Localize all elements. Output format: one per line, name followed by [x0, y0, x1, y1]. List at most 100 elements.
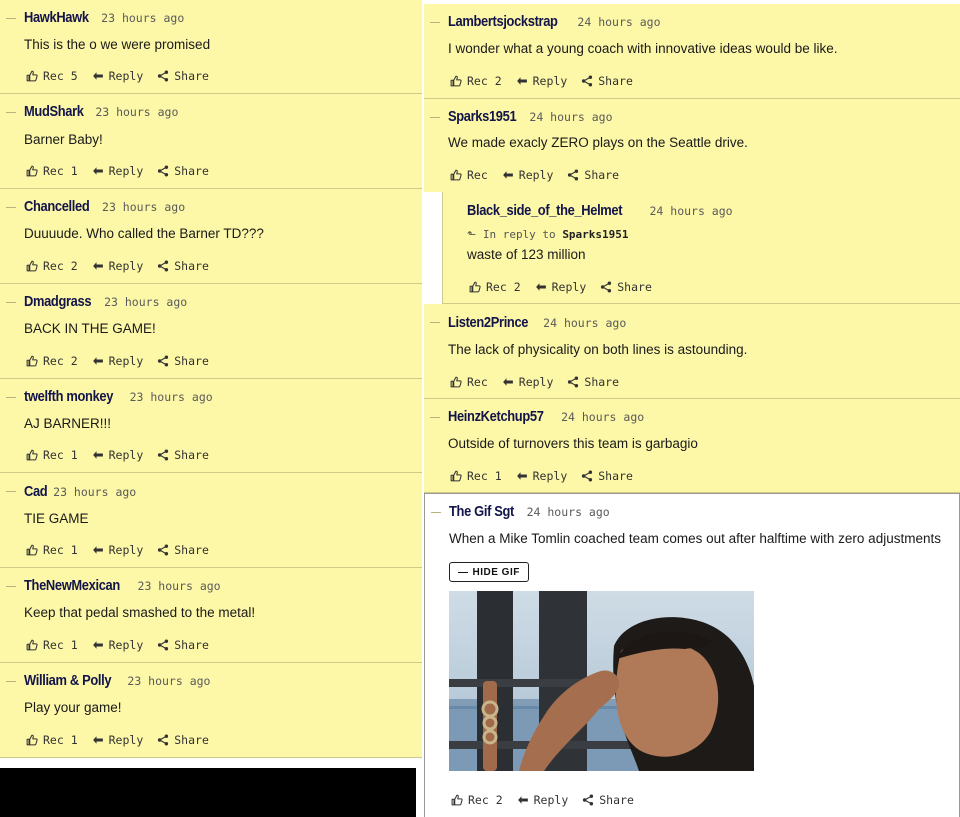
comment-username[interactable]: Listen2Prince [448, 314, 528, 331]
reply-button[interactable]: Reply [92, 259, 144, 273]
comment-username[interactable]: HeinzKetchup57 [448, 408, 544, 425]
collapse-dash[interactable] [6, 681, 16, 682]
reply-button[interactable]: Reply [502, 375, 553, 389]
share-icon [567, 376, 579, 388]
reply-label: Reply [108, 543, 144, 557]
reply-button[interactable]: Reply [92, 638, 143, 652]
reply-button[interactable]: Reply [92, 354, 143, 368]
share-icon [581, 75, 593, 87]
rec-button[interactable]: Rec 2 [469, 280, 521, 294]
thumbs-up-icon [450, 376, 462, 388]
share-button[interactable]: Share [157, 164, 209, 178]
reply-button[interactable]: Reply [516, 469, 567, 483]
collapse-dash[interactable] [6, 397, 16, 398]
gif-image[interactable] [449, 591, 754, 771]
rec-button[interactable]: Rec 2 [26, 354, 78, 368]
share-button[interactable]: Share [157, 638, 209, 652]
rec-button[interactable]: Rec 1 [26, 448, 78, 462]
rec-button[interactable]: Rec 2 [451, 793, 503, 807]
collapse-dash[interactable] [6, 112, 16, 113]
rec-button[interactable]: Rec [450, 168, 488, 182]
in-reply-to[interactable]: ⬑ In reply to Sparks1951 [467, 228, 629, 241]
share-button[interactable]: Share [157, 733, 209, 747]
rec-label: Rec [467, 168, 488, 182]
rec-label: Rec 2 [43, 354, 78, 368]
share-button[interactable]: Share [581, 469, 633, 483]
share-button[interactable]: Share [567, 168, 619, 182]
rec-label: Rec 1 [43, 448, 78, 462]
reply-arrow-icon [502, 376, 514, 388]
rec-button[interactable]: Rec 5 [26, 69, 78, 83]
rec-button[interactable]: Rec 1 [26, 638, 78, 652]
share-button[interactable]: Share [157, 448, 209, 462]
share-button[interactable]: Share [157, 354, 209, 368]
collapse-dash[interactable] [6, 302, 16, 303]
share-button[interactable]: Share [582, 793, 634, 807]
share-button[interactable]: Share [157, 543, 209, 557]
comment-text: Duuuude. Who called the Barner TD??? [24, 226, 264, 241]
reply-button[interactable]: Reply [92, 448, 143, 462]
rec-label: Rec 1 [467, 469, 502, 483]
rec-button[interactable]: Rec 1 [26, 164, 78, 178]
comment-username[interactable]: Lambertsjockstrap [448, 13, 558, 30]
reply-button[interactable]: Reply [92, 69, 143, 83]
reply-button[interactable]: Reply [92, 164, 144, 178]
hide-gif-button[interactable]: — HIDE GIF [449, 562, 529, 582]
rec-label: Rec 1 [43, 164, 78, 178]
comment: Dmadgrass 23 hours ago BACK IN THE GAME! … [0, 284, 422, 379]
share-button[interactable]: Share [600, 280, 652, 294]
comment-username[interactable]: Chancelled [24, 198, 90, 215]
collapse-dash[interactable] [6, 491, 16, 492]
share-label: Share [174, 733, 209, 747]
comment-username[interactable]: Sparks1951 [448, 108, 517, 125]
comment-time: 24 hours ago [649, 204, 733, 218]
collapse-dash[interactable] [430, 417, 440, 418]
collapse-dash[interactable] [430, 322, 440, 323]
comment-username[interactable]: Dmadgrass [24, 293, 92, 310]
share-icon [157, 734, 169, 746]
rec-button[interactable]: Rec [450, 375, 488, 389]
collapse-dash[interactable] [430, 22, 440, 23]
comment-text: Keep that pedal smashed to the metal! [24, 605, 256, 620]
thumbs-up-icon [451, 794, 463, 806]
rec-button[interactable]: Rec 1 [450, 469, 502, 483]
share-button[interactable]: Share [157, 259, 209, 273]
reply-label: Reply [108, 259, 144, 273]
share-button[interactable]: Share [581, 74, 633, 88]
collapse-dash[interactable] [6, 207, 16, 208]
comment-username[interactable]: MudShark [24, 103, 84, 120]
rec-button[interactable]: Rec 1 [26, 543, 78, 557]
share-label: Share [174, 259, 209, 273]
rec-button[interactable]: Rec 1 [26, 733, 78, 747]
comment: Chancelled 23 hours ago Duuuude. Who call… [0, 189, 422, 284]
collapse-dash[interactable] [6, 18, 16, 19]
comment-username[interactable]: William & Polly [24, 672, 112, 689]
comment-time: 24 hours ago [526, 505, 610, 519]
share-button[interactable]: Share [157, 69, 209, 83]
collapse-dash[interactable] [6, 586, 16, 587]
comment-username[interactable]: HawkHawk [24, 9, 89, 26]
thumbs-up-icon [26, 355, 38, 367]
collapse-dash[interactable] [431, 512, 441, 513]
rec-button[interactable]: Rec 2 [450, 74, 502, 88]
comment-text: Outside of turnovers this team is garbag… [448, 436, 698, 451]
rec-button[interactable]: Rec 2 [26, 259, 78, 273]
reply-button[interactable]: Reply [517, 793, 568, 807]
comment: The Gif Sgt 24 hours ago When a Mike Toml… [424, 493, 960, 817]
reply-button[interactable]: Reply [516, 74, 567, 88]
reply-button[interactable]: Reply [535, 280, 586, 294]
comment: TheNewMexican 23 hours ago Keep that peda… [0, 568, 422, 663]
share-button[interactable]: Share [567, 375, 619, 389]
comment-username[interactable]: TheNewMexican [24, 577, 120, 594]
comment-username[interactable]: Black_side_of_the_Helmet [467, 202, 623, 219]
comment-username[interactable]: Cad [24, 483, 48, 500]
share-label: Share [174, 164, 209, 178]
comment-username[interactable]: The Gif Sgt [449, 503, 514, 520]
collapse-dash[interactable] [430, 117, 440, 118]
thumbs-up-icon [450, 470, 462, 482]
reply-button[interactable]: Reply [92, 733, 143, 747]
comment-username[interactable]: twelfth monkey [24, 388, 113, 405]
reply-button[interactable]: Reply [92, 543, 144, 557]
reply-label: Reply [108, 164, 144, 178]
reply-button[interactable]: Reply [502, 168, 553, 182]
